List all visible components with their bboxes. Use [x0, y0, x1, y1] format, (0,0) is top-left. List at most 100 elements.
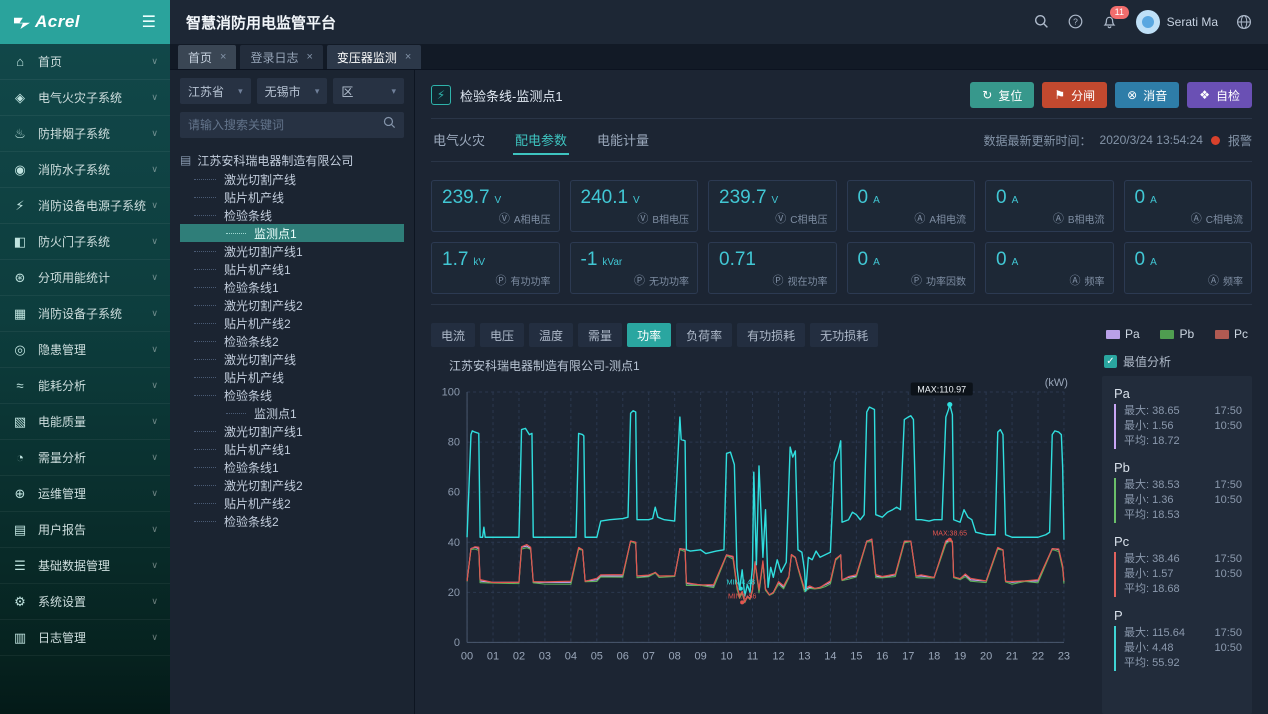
- stat-label-value: 最小: 4.48: [1124, 641, 1174, 656]
- metric-card: 239.7VⓋA相电压: [431, 180, 560, 232]
- chip-电压[interactable]: 电压: [480, 323, 524, 347]
- checkbox-checked-icon[interactable]: ✓: [1104, 355, 1117, 368]
- tree-node[interactable]: 检验条线2: [180, 512, 404, 530]
- metric-label: ⒶA相电流: [914, 210, 966, 226]
- sidebar-item-hidden-danger[interactable]: ◎隐患管理∨: [0, 332, 170, 368]
- stat-group-P: P最大: 115.6417:50最小: 4.4810:50平均: 55.92: [1114, 608, 1242, 671]
- sidebar-item-power-quality[interactable]: ▧电能质量∨: [0, 404, 170, 440]
- sidebar-item-fire-door[interactable]: ◧防火门子系统∨: [0, 224, 170, 260]
- update-time-label: 数据最新更新时间：: [984, 132, 1092, 149]
- tree-node[interactable]: 贴片机产线1: [180, 260, 404, 278]
- sidebar-item-fire-water[interactable]: ◉消防水子系统∨: [0, 152, 170, 188]
- tree-node[interactable]: 激光切割产线2: [180, 296, 404, 314]
- search-icon[interactable]: [1034, 14, 1050, 30]
- tree-node[interactable]: 检验条线2: [180, 332, 404, 350]
- sidebar-item-fire-power-supply[interactable]: ⚡消防设备电源子系统∨: [0, 188, 170, 224]
- search-icon[interactable]: [383, 116, 396, 134]
- stat-label-value: 最大: 115.64: [1124, 626, 1185, 641]
- tree-node[interactable]: 贴片机产线1: [180, 440, 404, 458]
- province-select[interactable]: 江苏省 ▾: [180, 78, 251, 104]
- metric-label-text: A相电流: [929, 211, 966, 226]
- stat-line: 平均: 55.92: [1124, 656, 1242, 671]
- mute-button[interactable]: ⊗消音: [1115, 82, 1179, 108]
- tree-node[interactable]: 贴片机产线2: [180, 314, 404, 332]
- help-icon[interactable]: ?: [1068, 14, 1084, 30]
- tree-guide-line: [226, 413, 246, 414]
- close-icon[interactable]: ×: [405, 51, 411, 63]
- tree-node[interactable]: 激光切割产线: [180, 350, 404, 368]
- tree-company-node[interactable]: ▤ 江苏安科瑞电器制造有限公司: [180, 150, 404, 170]
- chip-需量[interactable]: 需量: [578, 323, 622, 347]
- tree-node[interactable]: 监测点1: [180, 404, 404, 422]
- tree-node[interactable]: 激光切割产线1: [180, 422, 404, 440]
- tree-node[interactable]: 激光切割产线1: [180, 242, 404, 260]
- close-icon[interactable]: ×: [220, 51, 226, 63]
- sidebar-item-electrical-fire[interactable]: ◈电气火灾子系统∨: [0, 80, 170, 116]
- district-select[interactable]: 区 ▾: [333, 78, 404, 104]
- metric-number: 240.1: [581, 187, 629, 209]
- sidebar-item-smoke-control[interactable]: ♨防排烟子系统∨: [0, 116, 170, 152]
- fire-power-supply-icon: ⚡: [12, 198, 28, 214]
- circled-letter-icon: Ⓥ: [637, 210, 648, 226]
- stat-line: 最小: 1.5610:50: [1124, 419, 1242, 434]
- window-tab[interactable]: 变压器监测×: [327, 45, 421, 69]
- metric-number: 1.7: [442, 249, 468, 271]
- svg-text:0: 0: [454, 637, 460, 649]
- open-switch-button[interactable]: ⚑分闸: [1042, 82, 1107, 108]
- tab-电气火灾[interactable]: 电气火灾: [431, 125, 487, 155]
- stat-label-value: 平均: 55.92: [1124, 656, 1180, 671]
- chip-功率[interactable]: 功率: [627, 323, 671, 347]
- sidebar-item-ops-management[interactable]: ⊕运维管理∨: [0, 476, 170, 512]
- sidebar-item-base-data[interactable]: ☰基础数据管理∨: [0, 548, 170, 584]
- base-data-icon: ☰: [12, 558, 28, 574]
- sidebar-item-home[interactable]: ⌂首页∨: [0, 44, 170, 80]
- brand-logo: Acrel: [14, 12, 80, 32]
- hamburger-menu-icon[interactable]: ☰: [142, 12, 156, 32]
- tree-node[interactable]: 激光切割产线2: [180, 476, 404, 494]
- stat-line: 平均: 18.68: [1124, 582, 1242, 597]
- tree-search-input[interactable]: [188, 118, 383, 132]
- tab-电能计量[interactable]: 电能计量: [595, 125, 651, 155]
- stat-body: 最大: 38.5317:50最小: 1.3610:50平均: 18.53: [1114, 478, 1242, 523]
- chip-无功损耗[interactable]: 无功损耗: [810, 323, 878, 347]
- sidebar-item-energy-subitem[interactable]: ⊛分项用能统计∨: [0, 260, 170, 296]
- legend-Pa[interactable]: Pa: [1106, 327, 1140, 341]
- tree-node[interactable]: 激光切割产线: [180, 170, 404, 188]
- metric-card: 1.7kVⓅ有功功率: [431, 242, 560, 294]
- tree-node[interactable]: 贴片机产线: [180, 368, 404, 386]
- window-tab[interactable]: 首页×: [178, 45, 236, 69]
- sidebar-item-fire-equipment[interactable]: ▦消防设备子系统∨: [0, 296, 170, 332]
- sidebar-item-user-report[interactable]: ▤用户报告∨: [0, 512, 170, 548]
- tree-node[interactable]: 检验条线1: [180, 278, 404, 296]
- self-check-button[interactable]: ❖自检: [1187, 82, 1252, 108]
- sidebar-item-log-management[interactable]: ▥日志管理∨: [0, 620, 170, 656]
- chip-负荷率[interactable]: 负荷率: [676, 323, 732, 347]
- metric-label-text: 频率: [1223, 273, 1243, 288]
- tab-配电参数[interactable]: 配电参数: [513, 125, 569, 155]
- line-chart[interactable]: 0204060801000001020304050607080910111213…: [431, 374, 1092, 714]
- stat-series-name: P: [1114, 608, 1242, 623]
- window-tab[interactable]: 登录日志×: [240, 45, 322, 69]
- chip-温度[interactable]: 温度: [529, 323, 573, 347]
- sidebar-item-system-settings[interactable]: ⚙系统设置∨: [0, 584, 170, 620]
- legend-Pb[interactable]: Pb: [1160, 327, 1194, 341]
- tree-node[interactable]: 检验条线1: [180, 458, 404, 476]
- tree-node[interactable]: 贴片机产线2: [180, 494, 404, 512]
- tree-node[interactable]: 检验条线: [180, 386, 404, 404]
- chip-电流[interactable]: 电流: [431, 323, 475, 347]
- tree-node[interactable]: 检验条线: [180, 206, 404, 224]
- reset-button[interactable]: ↻复位: [970, 82, 1034, 108]
- user-menu[interactable]: Serati Ma: [1136, 10, 1218, 34]
- legend-Pc[interactable]: Pc: [1215, 327, 1248, 341]
- metric-number: 0.71: [719, 249, 756, 271]
- tree-node[interactable]: 监测点1: [180, 224, 404, 242]
- sidebar-item-demand-analysis[interactable]: ◔需量分析∨: [0, 440, 170, 476]
- notification-bell-icon[interactable]: 11: [1102, 14, 1118, 30]
- close-icon[interactable]: ×: [306, 51, 312, 63]
- sidebar-item-energy-analysis[interactable]: ≈能耗分析∨: [0, 368, 170, 404]
- city-select[interactable]: 无锡市 ▾: [257, 78, 328, 104]
- chip-有功损耗[interactable]: 有功损耗: [737, 323, 805, 347]
- language-globe-icon[interactable]: [1236, 14, 1252, 30]
- max-analysis-toggle[interactable]: ✓ 最值分析: [1104, 353, 1252, 370]
- tree-node[interactable]: 贴片机产线: [180, 188, 404, 206]
